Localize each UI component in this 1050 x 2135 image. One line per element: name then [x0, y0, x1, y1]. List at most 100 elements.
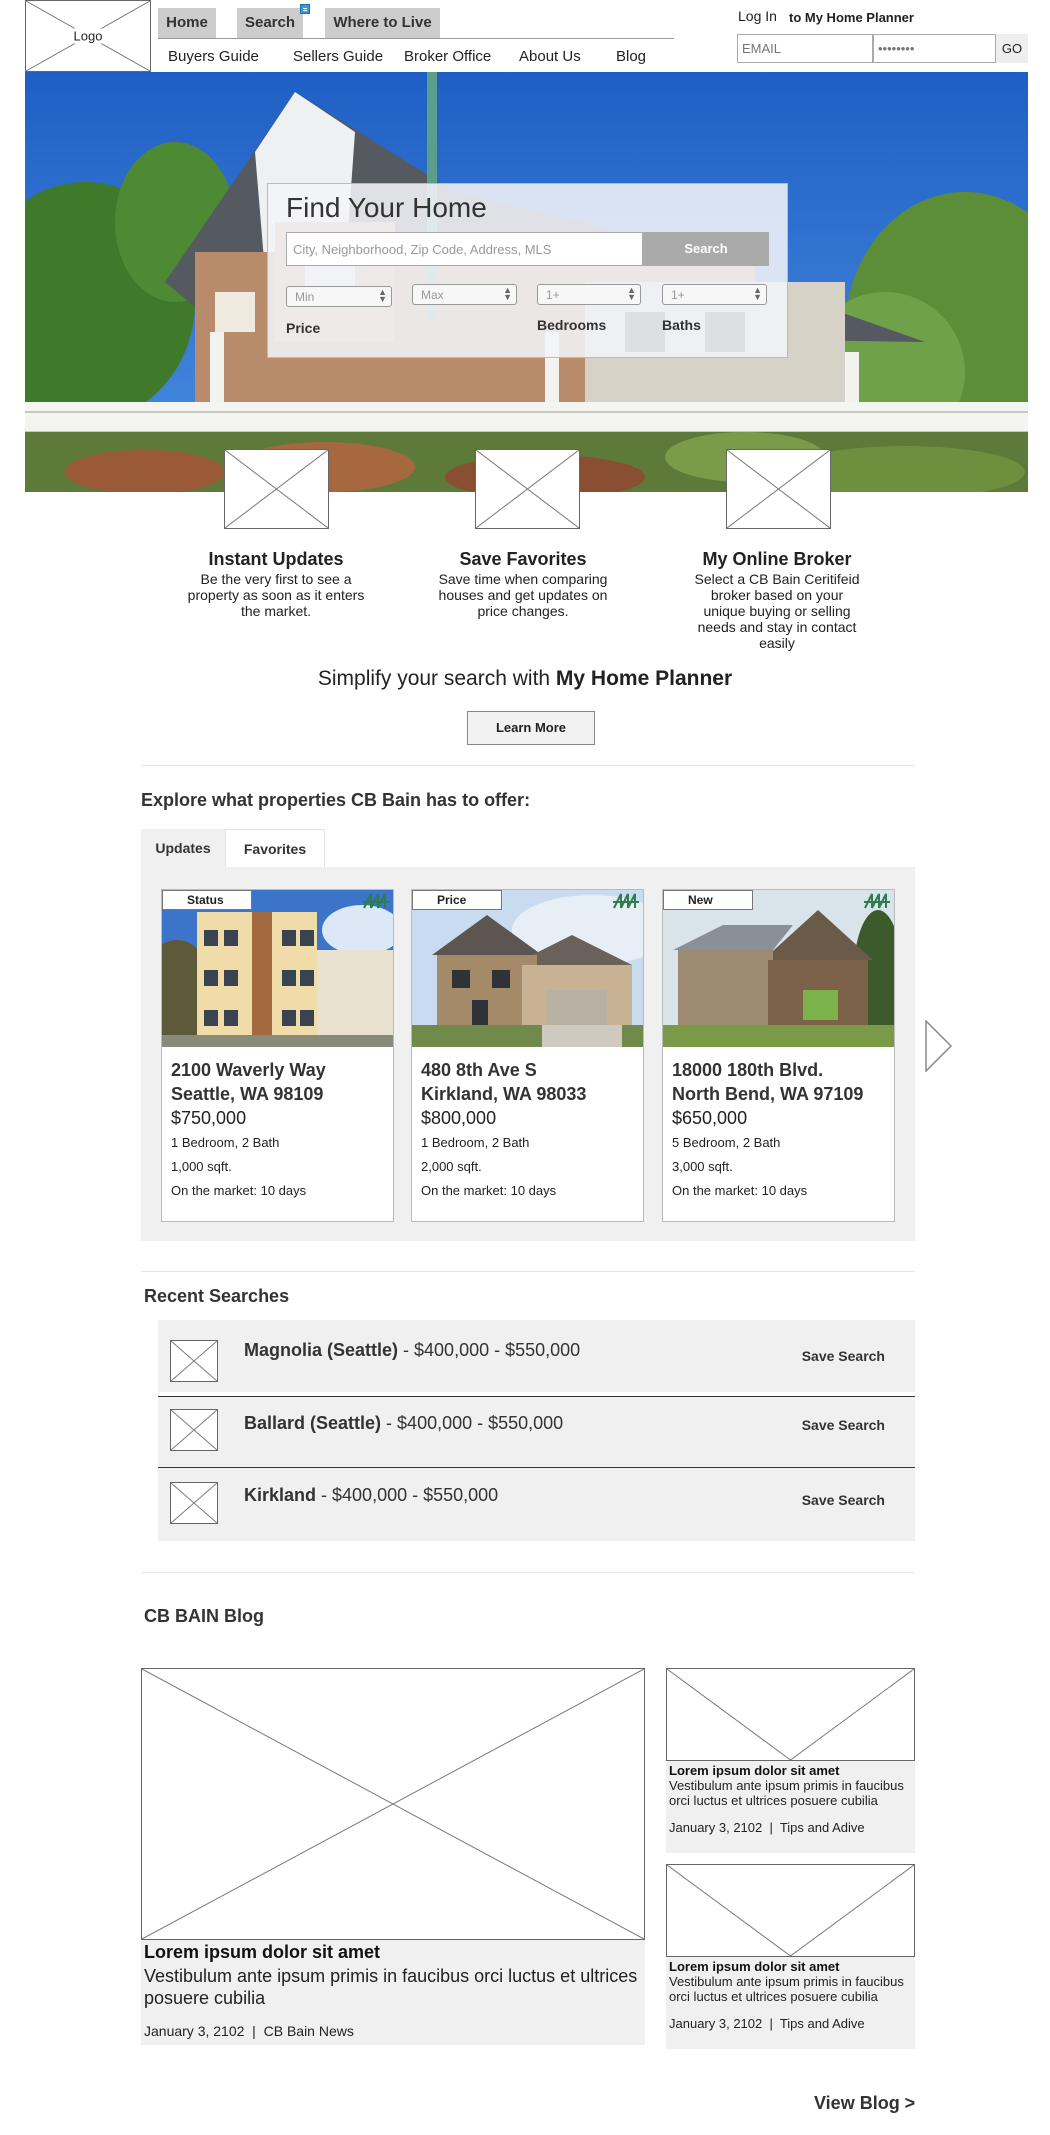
recent-search-row[interactable]: Kirkland - $400,000 - $550,000 Save Sear…: [158, 1468, 915, 1541]
property-street: 18000 180th Blvd.: [672, 1060, 824, 1080]
section-divider: [141, 1572, 915, 1573]
save-search-button[interactable]: Save Search: [802, 1492, 885, 1508]
feature-desc-save-favorites: Save time when comparing houses and get …: [438, 571, 608, 619]
blog-main-caption: Lorem ipsum dolor sit amet Vestibulum an…: [141, 1940, 645, 2045]
save-search-button[interactable]: Save Search: [802, 1348, 885, 1364]
property-market-days: On the market: 10 days: [421, 1183, 557, 1198]
apartment-photo: [162, 890, 393, 1047]
planner-brand: My Home Planner: [555, 667, 733, 690]
subnav-sellers-guide[interactable]: Sellers Guide: [293, 48, 383, 65]
barn-house-photo: [663, 890, 894, 1047]
property-address: 2100 Waverly Way Seattle, WA 98109: [171, 1058, 326, 1106]
learn-more-button[interactable]: Learn More: [467, 711, 595, 745]
recent-search-row[interactable]: Ballard (Seattle) - $400,000 - $550,000 …: [158, 1397, 915, 1469]
login-link[interactable]: Log In: [738, 8, 777, 24]
feature-title-save-favorites: Save Favorites: [459, 549, 587, 569]
price-min-value: Min: [295, 290, 315, 304]
planner-tagline: Simplify your search with My Home Planne…: [0, 667, 1050, 691]
email-field[interactable]: [737, 34, 873, 63]
blog-main-image[interactable]: [141, 1668, 645, 1940]
property-rooms: 5 Bedroom, 2 Bath: [672, 1135, 781, 1150]
recent-search-text: Kirkland - $400,000 - $550,000: [244, 1485, 498, 1506]
save-search-button[interactable]: Save Search: [802, 1417, 885, 1433]
baths-label: Baths: [662, 317, 701, 333]
placeholder-x-icon: [142, 1669, 644, 1939]
price-max-value: Max: [421, 288, 444, 302]
select-arrows-icon: ▲ ▼: [378, 287, 387, 304]
subnav-about-us[interactable]: About Us: [519, 48, 581, 65]
placeholder-x-icon: [171, 1341, 217, 1381]
bedrooms-select[interactable]: 1+ ▲ ▼: [537, 284, 641, 305]
go-button[interactable]: GO: [996, 34, 1028, 63]
recent-search-thumbnail: [170, 1340, 218, 1382]
brand-mark-icon: [864, 893, 890, 909]
nav-tab-where-to-live[interactable]: Where to Live: [325, 8, 440, 38]
blog-side-meta: January 3, 2102 | Tips and Adive: [669, 1820, 865, 1835]
brand-mark-icon: [613, 893, 639, 909]
feature-title-instant-updates: Instant Updates: [208, 549, 344, 569]
tab-updates[interactable]: Updates: [141, 829, 225, 867]
property-price: $650,000: [672, 1108, 748, 1128]
property-sqft: 2,000 sqft.: [421, 1159, 482, 1174]
carousel-next-icon[interactable]: [925, 1020, 953, 1072]
blog-main-desc: Vestibulum ante ipsum primis in faucibus…: [144, 1966, 638, 2008]
feature-image-instant-updates: [224, 449, 329, 529]
baths-select[interactable]: 1+ ▲ ▼: [662, 284, 767, 305]
property-price: $750,000: [171, 1108, 247, 1128]
subnav-buyers-guide[interactable]: Buyers Guide: [168, 48, 259, 65]
subnav-blog[interactable]: Blog: [616, 48, 646, 65]
planner-text: Simplify your search with: [317, 667, 556, 690]
recent-search-text: Magnolia (Seattle) - $400,000 - $550,000: [244, 1340, 580, 1361]
property-card[interactable]: New 18000 180th Blvd. North Bend, WA 9710…: [662, 889, 895, 1222]
blog-side-caption: Lorem ipsum dolor sit amet Vestibulum an…: [666, 1761, 915, 1853]
property-sqft: 3,000 sqft.: [672, 1159, 733, 1174]
blog-side-headline[interactable]: Lorem ipsum dolor sit amet: [669, 1959, 912, 1974]
blog-side-caption: Lorem ipsum dolor sit amet Vestibulum an…: [666, 1957, 915, 2049]
price-min-select[interactable]: Min ▲ ▼: [286, 286, 392, 307]
feature-desc-instant-updates: Be the very first to see a property as s…: [187, 571, 365, 619]
select-arrows-icon: ▲ ▼: [503, 285, 512, 302]
blog-section-title: CB BAIN Blog: [144, 1606, 264, 1626]
blog-main-headline[interactable]: Lorem ipsum dolor sit amet: [144, 1942, 642, 1963]
subnav-broker-office[interactable]: Broker Office: [404, 48, 491, 65]
feature-image-online-broker: [726, 449, 831, 529]
property-rooms: 1 Bedroom, 2 Bath: [421, 1135, 530, 1150]
price-max-select[interactable]: Max ▲ ▼: [412, 284, 517, 305]
placeholder-x-icon: [727, 450, 830, 528]
status-badge: Price: [412, 890, 502, 910]
blog-side-meta: January 3, 2102 | Tips and Adive: [669, 2016, 865, 2031]
property-city: Seattle, WA 98109: [171, 1084, 324, 1104]
placeholder-x-icon: [225, 450, 328, 528]
view-blog-link[interactable]: View Blog >: [814, 2093, 915, 2114]
property-card[interactable]: Price 480 8th Ave S Kirkland, WA 98033 $8…: [411, 889, 644, 1222]
baths-value: 1+: [671, 288, 685, 302]
nav-tab-home[interactable]: Home: [158, 8, 216, 38]
tab-favorites[interactable]: Favorites: [225, 829, 325, 867]
placeholder-x-icon: [171, 1410, 217, 1450]
password-field[interactable]: [873, 34, 996, 63]
placeholder-x-icon: [171, 1483, 217, 1523]
search-button[interactable]: Search: [643, 232, 769, 266]
placeholder-x-icon: [667, 1865, 914, 1956]
property-photo: [412, 890, 643, 1047]
logo-placeholder[interactable]: Logo: [25, 0, 151, 72]
recent-search-place: Magnolia (Seattle): [244, 1340, 399, 1360]
select-arrows-icon: ▲ ▼: [627, 285, 636, 302]
recent-search-place: Kirkland: [244, 1485, 317, 1505]
notification-icon: [300, 4, 310, 14]
blog-main-meta: January 3, 2102 | CB Bain News: [144, 2023, 354, 2039]
placeholder-x-icon: [667, 1669, 914, 1760]
property-card[interactable]: Status 2100 Waverly Way Seattle, WA 98109…: [161, 889, 394, 1222]
blog-side-image[interactable]: [666, 1668, 915, 1761]
property-street: 480 8th Ave S: [421, 1060, 537, 1080]
blog-side-headline[interactable]: Lorem ipsum dolor sit amet: [669, 1763, 912, 1778]
nav-tab-search[interactable]: Search: [237, 8, 303, 38]
location-search-input[interactable]: City, Neighborhood, Zip Code, Address, M…: [286, 232, 643, 266]
blog-side-image[interactable]: [666, 1864, 915, 1957]
status-badge: Status: [162, 890, 252, 910]
recent-search-thumbnail: [170, 1409, 218, 1451]
feature-title-online-broker: My Online Broker: [702, 549, 852, 569]
recent-search-row[interactable]: Magnolia (Seattle) - $400,000 - $550,000…: [158, 1320, 915, 1392]
placeholder-x-icon: [476, 450, 579, 528]
bedrooms-value: 1+: [546, 288, 560, 302]
